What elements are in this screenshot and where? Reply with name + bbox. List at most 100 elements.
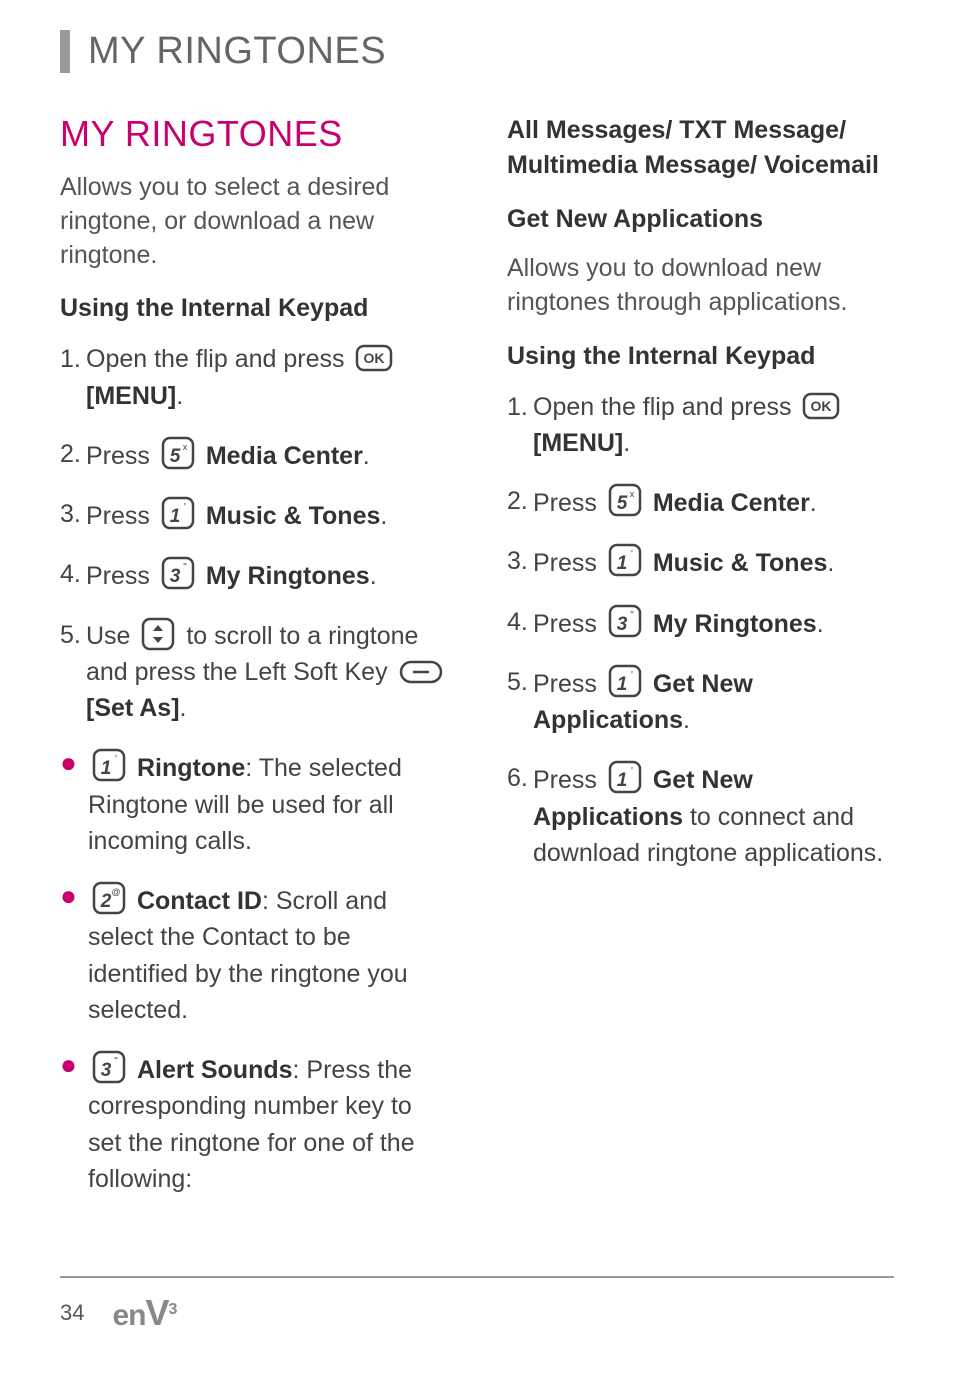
step-text: Press: [533, 670, 604, 698]
step-punct: .: [623, 429, 630, 457]
step-punct: .: [180, 694, 187, 722]
step-number: 6.: [507, 760, 533, 796]
svg-text:OK: OK: [811, 398, 832, 414]
bullet-dot-icon: ●: [60, 881, 88, 912]
step-item: 1. Open the flip and press OK [MENU].: [507, 389, 894, 462]
svg-text:': ': [184, 502, 186, 513]
step-label: [MENU]: [86, 382, 176, 410]
step-punct: .: [380, 502, 387, 530]
svg-text:': ': [631, 766, 633, 777]
step-label: [MENU]: [533, 429, 623, 457]
logo: enV3: [112, 1292, 176, 1334]
logo-text: V: [146, 1292, 169, 1333]
step-punct: .: [810, 489, 817, 517]
bullet-title: Alert Sounds: [137, 1056, 293, 1084]
key-1-icon: 1': [608, 543, 642, 577]
bullet-item: ● 2@ Contact ID: Scroll and select the C…: [60, 881, 447, 1028]
key-5-icon: 5x: [608, 483, 642, 517]
softkey-icon: [399, 660, 443, 684]
step-text: Press: [533, 549, 604, 577]
step-text: Press: [86, 502, 157, 530]
step-item: 3. Press 1' Music & Tones.: [507, 543, 894, 581]
step-number: 1.: [60, 341, 86, 377]
step-item: 4. Press 3" My Ringtones.: [60, 556, 447, 594]
svg-text:OK: OK: [364, 350, 385, 366]
svg-text:3: 3: [170, 566, 181, 587]
svg-text:1: 1: [617, 674, 628, 695]
svg-text:3: 3: [617, 614, 628, 635]
step-label: Music & Tones: [653, 549, 828, 577]
logo-text: 3: [169, 1301, 177, 1318]
ok-key-icon: OK: [802, 392, 840, 420]
step-number: 5.: [507, 664, 533, 700]
intro-text: Allows you to select a desired ringtone,…: [60, 171, 447, 272]
content-columns: MY RINGTONES Allows you to select a desi…: [60, 113, 894, 1219]
step-item: 2. Press 5x Media Center.: [507, 483, 894, 521]
step-punct: .: [370, 562, 377, 590]
key-5-icon: 5x: [161, 436, 195, 470]
section-title: MY RINGTONES: [60, 113, 447, 155]
svg-text:1: 1: [170, 506, 181, 527]
step-item: 2. Press 5x Media Center.: [60, 436, 447, 474]
step-number: 4.: [507, 604, 533, 640]
step-item: 6. Press 1' Get New Applications to conn…: [507, 760, 894, 871]
svg-text:5: 5: [617, 493, 628, 514]
bullet-title: Ringtone: [137, 754, 245, 782]
step-punct: .: [176, 382, 183, 410]
step-number: 4.: [60, 556, 86, 592]
page-header: MY RINGTONES: [60, 30, 894, 73]
svg-text:': ': [631, 670, 633, 681]
step-number: 1.: [507, 389, 533, 425]
step-item: 4. Press 3" My Ringtones.: [507, 604, 894, 642]
step-text: Open the flip and press: [533, 393, 798, 421]
svg-text:3: 3: [101, 1060, 112, 1081]
svg-text:1: 1: [101, 758, 112, 779]
svg-text:': ': [115, 754, 117, 765]
step-number: 3.: [60, 496, 86, 532]
key-1-icon: 1': [92, 748, 126, 782]
svg-text:2: 2: [100, 891, 112, 912]
step-text: Press: [86, 442, 157, 470]
step-text: Press: [533, 610, 604, 638]
step-punct: .: [817, 610, 824, 638]
step-label: Media Center: [653, 489, 810, 517]
subheader: Get New Applications: [507, 205, 894, 234]
step-item: 5. Press 1' Get New Applications.: [507, 664, 894, 739]
bullet-item: ● 1' Ringtone: The selected Ringtone wil…: [60, 748, 447, 859]
svg-text:1: 1: [617, 553, 628, 574]
subheader: Using the Internal Keypad: [507, 342, 894, 371]
intro-text: Allows you to download new ringtones thr…: [507, 252, 894, 320]
page-number: 34: [60, 1300, 84, 1326]
step-number: 3.: [507, 543, 533, 579]
step-label: Media Center: [206, 442, 363, 470]
step-number: 5.: [60, 617, 86, 653]
continuation-text: All Messages/ TXT Message/ Multimedia Me…: [507, 113, 894, 183]
step-label: Music & Tones: [206, 502, 381, 530]
svg-text:1: 1: [617, 770, 628, 791]
ok-key-icon: OK: [355, 344, 393, 372]
key-1-icon: 1': [161, 496, 195, 530]
bullet-dot-icon: ●: [60, 1050, 88, 1081]
bullet-item: ● 3" Alert Sounds: Press the correspondi…: [60, 1050, 447, 1197]
step-punct: .: [683, 706, 690, 734]
key-1-icon: 1': [608, 760, 642, 794]
step-number: 2.: [507, 483, 533, 519]
footer: 34 enV3: [60, 1276, 894, 1334]
svg-text:": ": [183, 562, 187, 573]
step-punct: .: [363, 442, 370, 470]
step-label: [Set As]: [86, 694, 180, 722]
svg-text:x: x: [183, 442, 188, 452]
step-punct: .: [827, 549, 834, 577]
step-text: Press: [533, 766, 604, 794]
key-3-icon: 3": [608, 604, 642, 638]
bullet-title: Contact ID: [137, 887, 262, 915]
left-column: MY RINGTONES Allows you to select a desi…: [60, 113, 447, 1219]
right-column: All Messages/ TXT Message/ Multimedia Me…: [507, 113, 894, 1219]
step-text: Press: [86, 562, 157, 590]
svg-text:x: x: [630, 489, 635, 499]
svg-text:': ': [631, 549, 633, 560]
step-text: Press: [533, 489, 604, 517]
svg-text:5: 5: [170, 446, 181, 467]
step-text: Open the flip and press: [86, 345, 351, 373]
svg-text:@: @: [111, 887, 120, 897]
